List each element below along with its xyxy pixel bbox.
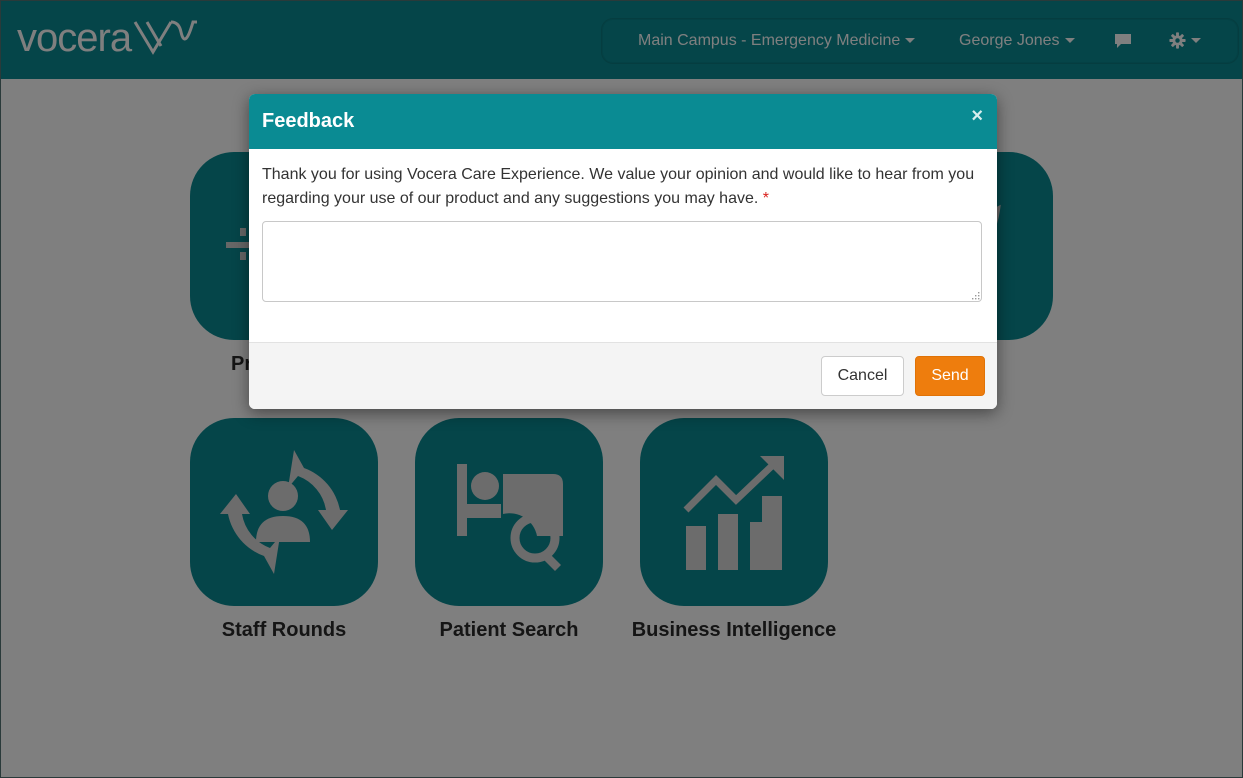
feedback-prompt: Thank you for using Vocera Care Experien… (262, 163, 982, 211)
feedback-textarea[interactable] (262, 221, 982, 302)
dialog-header: Feedback × (249, 94, 997, 149)
close-icon[interactable]: × (971, 105, 983, 128)
feedback-dialog: Feedback × Thank you for using Vocera Ca… (249, 94, 997, 409)
dialog-title: Feedback (262, 110, 355, 132)
dialog-body: Thank you for using Vocera Care Experien… (249, 149, 997, 342)
app-window: vocera Main Campus - Emergency Medicine … (0, 0, 1243, 778)
dialog-footer: Cancel Send (249, 342, 997, 409)
required-marker: * (762, 190, 769, 207)
cancel-button[interactable]: Cancel (821, 356, 904, 396)
send-button[interactable]: Send (915, 356, 985, 396)
feedback-message: Thank you for using Vocera Care Experien… (262, 166, 975, 207)
resize-grip-icon[interactable] (970, 290, 980, 300)
